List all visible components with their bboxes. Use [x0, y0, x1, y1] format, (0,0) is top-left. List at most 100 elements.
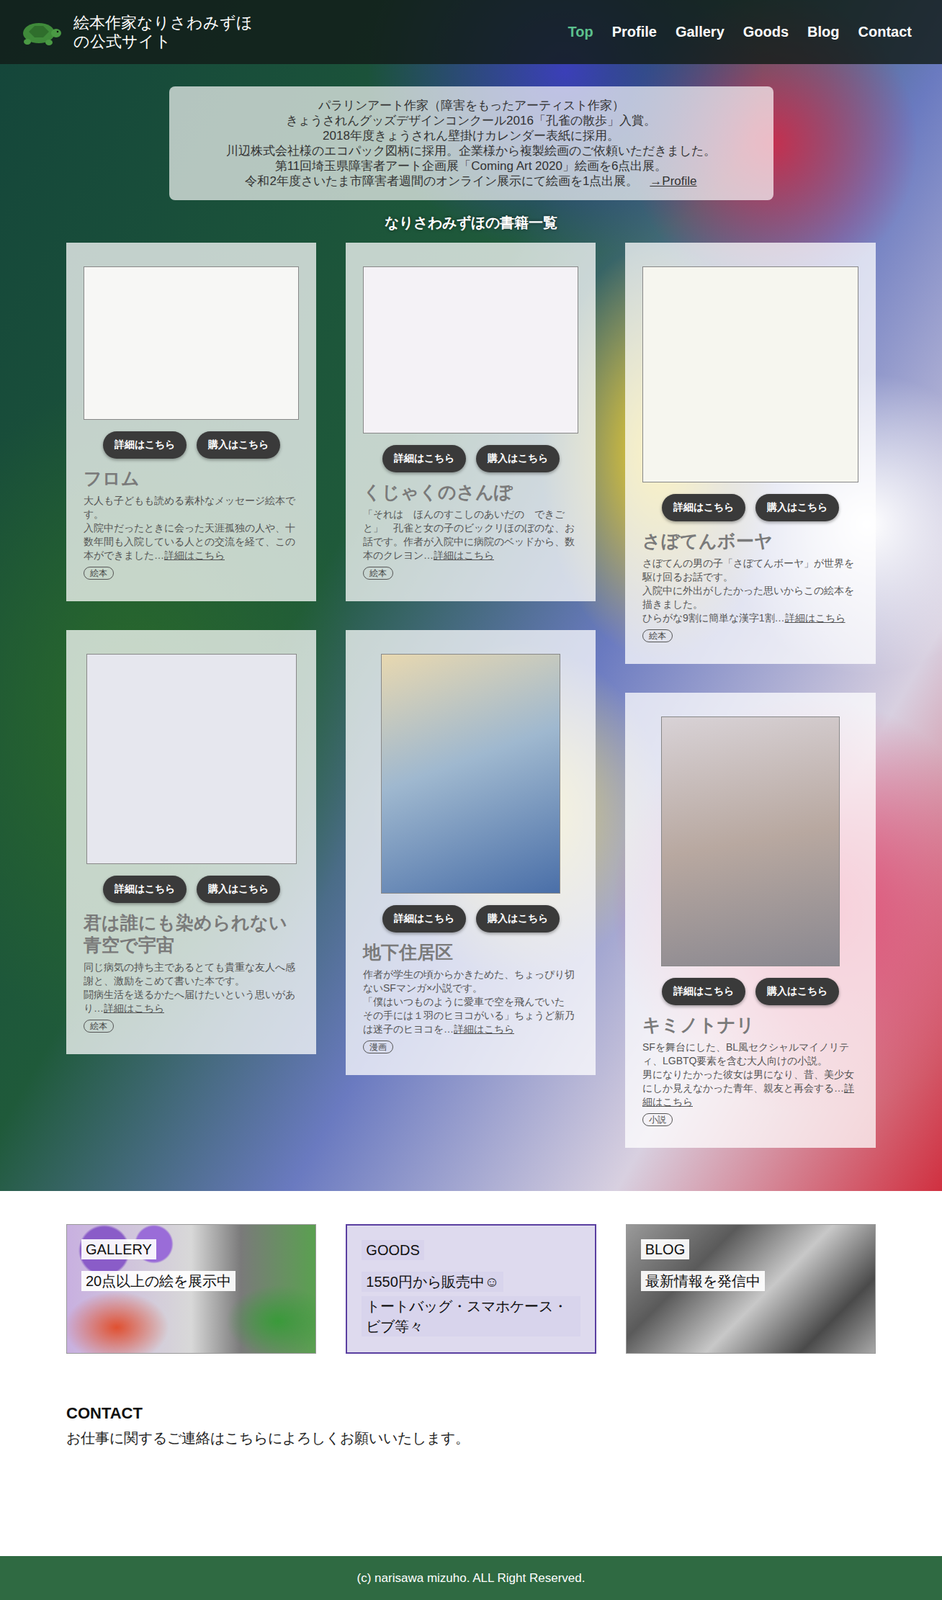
nav-link[interactable]: Blog [807, 23, 840, 41]
intro-line: きょうされんグッズデザインコンクール2016「孔雀の散歩」入賞。 [177, 113, 765, 129]
book-title: フロム [83, 467, 299, 490]
banner-text: 1550円から販売中☺ [361, 1271, 504, 1293]
book-cover[interactable] [362, 266, 579, 434]
detail-button[interactable]: 詳細はこちら [102, 431, 187, 459]
hero: 絵本作家なりさわみずほの公式サイト Top Profile Gallery Goods B… [0, 0, 942, 1192]
books-column: 詳細はこちら購入はこちらさぼてんボーヤさぼてんの男の子「さぼてんボーヤ」が世界を… [625, 242, 876, 1148]
intro-line: 川辺株式会社様のエコパック図柄に採用。企業様から複製絵画のご依頼いただきました。 [177, 143, 765, 159]
description-paragraph: ひらがな9割に簡単な漢字1割…詳細はこちら [642, 611, 859, 626]
buy-button[interactable]: 購入はこちら [755, 978, 840, 1006]
banner-text: トートバッグ・スマホケース・ビブ等々 [361, 1296, 580, 1337]
detail-button[interactable]: 詳細はこちら [382, 905, 466, 933]
nav-link[interactable]: Profile [612, 23, 657, 41]
buy-button[interactable]: 購入はこちら [476, 445, 560, 473]
detail-button[interactable]: 詳細はこちら [382, 445, 466, 473]
book-description: 作者が学生の頃からかきためた、ちょっぴり切ないSFマンガ×小説です。「僕はいつも… [362, 967, 579, 1037]
nav-link[interactable]: Top [568, 23, 594, 41]
description-paragraph: SFを舞台にした、BL風セクシャルマイノリティ、LGBTQ要素を含む大人向けの小… [642, 1040, 859, 1069]
more-link[interactable]: 詳細はこちら [785, 612, 846, 624]
more-link[interactable]: 詳細はこちら [103, 1002, 165, 1015]
blog-banner[interactable]: BLOG 最新情報を発信中 [625, 1224, 876, 1354]
books-column: 詳細はこちら購入はこちらくじゃくのさんぽ「それは ほんのすこしのあいだの できご… [345, 242, 596, 1076]
detail-button[interactable]: 詳細はこちら [661, 978, 746, 1006]
book-tag[interactable]: 絵本 [362, 566, 394, 580]
nav-link[interactable]: Goods [743, 23, 789, 41]
button-row: 詳細はこちら購入はこちら [83, 431, 299, 459]
banner-title: GOODS [361, 1240, 424, 1261]
book-title: 地下住居区 [362, 941, 579, 964]
button-row: 詳細はこちら購入はこちら [362, 905, 579, 933]
book-description: SFを舞台にした、BL風セクシャルマイノリティ、LGBTQ要素を含む大人向けの小… [642, 1040, 859, 1110]
description-paragraph: 「僕はいつものように愛車で空を飛んでいた その手には１羽のヒヨコがいる」ちょうど… [362, 995, 579, 1037]
buy-button[interactable]: 購入はこちら [196, 431, 281, 459]
book-cover[interactable] [661, 716, 840, 967]
book-title: くじゃくのさんぽ [362, 481, 579, 504]
description-paragraph: 入院中だったときに会った天涯孤独の人や、十数年間も入院している人との交流を経て、… [83, 521, 299, 563]
banner-row: GALLERY20点以上の絵を展示中 GOODS 1550円から販売中☺ トートバッグ… [66, 1224, 876, 1354]
book-title: キミノトナリ [642, 1014, 859, 1037]
book-tag[interactable]: 絵本 [642, 629, 673, 643]
book-card: 詳細はこちら購入はこちらキミノトナリSFを舞台にした、BL風セクシャルマイノリテ… [625, 692, 876, 1148]
more-link[interactable]: 詳細はこちら [433, 549, 495, 562]
book-description: 「それは ほんのすこしのあいだの できごと」 孔雀と女の子のビックリほのぼのな、… [362, 507, 579, 563]
book-description: 大人も子どもも読める素朴なメッセージ絵本です。入院中だったときに会った天涯孤独の… [83, 494, 299, 563]
buy-button[interactable]: 購入はこちら [755, 494, 840, 522]
buy-button[interactable]: 購入はこちら [196, 875, 281, 904]
banner-text: 20点以上の絵を展示中 [81, 1271, 236, 1292]
book-tag[interactable]: 絵本 [83, 1019, 114, 1033]
button-row: 詳細はこちら購入はこちら [362, 445, 579, 473]
book-cover[interactable] [86, 653, 297, 865]
nav-link[interactable]: Contact [858, 23, 912, 41]
banner-title: BLOG [640, 1239, 690, 1260]
more-link[interactable]: 詳細はこちら [642, 1082, 855, 1108]
more-link[interactable]: 詳細はこちら [453, 1023, 515, 1035]
brand[interactable]: 絵本作家なりさわみずほの公式サイト [18, 13, 253, 52]
book-description: 同じ病気の持ち主であるとても貴重な友人へ感謝と、激励をこめて書いた本です。闘病生… [83, 960, 299, 1016]
detail-button[interactable]: 詳細はこちら [661, 494, 746, 522]
book-tag[interactable]: 小説 [642, 1113, 673, 1127]
description-paragraph: 作者が学生の頃からかきためた、ちょっぴり切ないSFマンガ×小説です。 [362, 967, 579, 996]
goods-banner[interactable]: GOODS 1550円から販売中☺ トートバッグ・スマホケース・ビブ等々 [345, 1224, 596, 1354]
book-tag[interactable]: 絵本 [83, 566, 114, 580]
button-row: 詳細はこちら購入はこちら [83, 875, 299, 904]
button-row: 詳細はこちら購入はこちら [642, 494, 859, 522]
intro-line: 第11回埼玉県障害者アート企画展「Coming Art 2020」絵画を6点出展… [177, 158, 765, 174]
description-paragraph: 入院中に外出がしたかった思いからこの絵本を描きました。 [642, 584, 859, 612]
book-cover[interactable] [380, 653, 561, 894]
detail-button[interactable]: 詳細はこちら [102, 875, 187, 904]
nav-link[interactable]: Gallery [675, 23, 725, 41]
book-card: 詳細はこちら購入はこちら君は誰にも染められない青空で宇宙同じ病気の持ち主であると… [66, 630, 317, 1055]
book-title: さぼてんボーヤ [642, 530, 859, 553]
lower-section: GALLERY20点以上の絵を展示中 GOODS 1550円から販売中☺ トートバッグ… [0, 1191, 942, 1557]
header: 絵本作家なりさわみずほの公式サイト Top Profile Gallery Goods B… [0, 0, 942, 65]
book-card: 詳細はこちら購入はこちらくじゃくのさんぽ「それは ほんのすこしのあいだの できご… [345, 242, 596, 602]
book-tag[interactable]: 漫画 [362, 1040, 394, 1054]
description-paragraph: さぼてんの男の子「さぼてんボーヤ」が世界を駆け回るお話です。 [642, 556, 859, 585]
intro-line: パラリンアート作家（障害をもったアーティスト作家） [177, 97, 765, 114]
book-cover[interactable] [83, 266, 299, 420]
book-cover[interactable] [642, 266, 859, 483]
book-card: 詳細はこちら購入はこちらさぼてんボーヤさぼてんの男の子「さぼてんボーヤ」が世界を… [625, 242, 876, 665]
description-paragraph: 闘病生活を送るかたへ届けたいという思いがあり…詳細はこちら [83, 988, 299, 1016]
description-paragraph: 大人も子どもも読める素朴なメッセージ絵本です。 [83, 494, 299, 522]
intro-box: パラリンアート作家（障害をもったアーティスト作家）きょうされんグッズデザインコン… [169, 86, 774, 201]
description-paragraph: 「それは ほんのすこしのあいだの できごと」 孔雀と女の子のビックリほのぼのな、… [362, 507, 579, 563]
gallery-banner[interactable]: GALLERY20点以上の絵を展示中 [66, 1224, 317, 1354]
book-title: 君は誰にも染められない青空で宇宙 [83, 911, 299, 957]
books-heading: なりさわみずほの書籍一覧 [0, 213, 942, 233]
book-card: 詳細はこちら購入はこちらフロム大人も子どもも読める素朴なメッセージ絵本です。入院… [66, 242, 317, 602]
book-description: さぼてんの男の子「さぼてんボーヤ」が世界を駆け回るお話です。入院中に外出がしたか… [642, 556, 859, 626]
intro-line: 令和2年度さいたま市障害者週間のオンライン展示にて絵画を1点出展。→Profil… [177, 173, 765, 189]
description-paragraph: 男になりたかった彼女は男になり、昔、美少女にしか見えなかった青年、親友と再会する… [642, 1068, 859, 1110]
contact-heading: CONTACT [66, 1404, 876, 1424]
profile-link[interactable]: →Profile [649, 174, 697, 188]
banner-text: 最新情報を発信中 [640, 1271, 765, 1292]
description-paragraph: 同じ病気の持ち主であるとても貴重な友人へ感謝と、激励をこめて書いた本です。 [83, 960, 299, 989]
book-card: 詳細はこちら購入はこちら地下住居区作者が学生の頃からかきためた、ちょっぴり切ない… [345, 630, 596, 1076]
more-link[interactable]: 詳細はこちら [164, 549, 225, 562]
contact-text: お仕事に関するご連絡はこちらによろしくお願いいたします。 [66, 1428, 876, 1449]
nav: Top Profile Gallery Goods Blog Contact [568, 23, 912, 41]
contact: CONTACT お仕事に関するご連絡はこちらによろしくお願いいたします。 [66, 1404, 876, 1557]
site-title: 絵本作家なりさわみずほの公式サイト [73, 13, 253, 52]
buy-button[interactable]: 購入はこちら [476, 905, 560, 933]
